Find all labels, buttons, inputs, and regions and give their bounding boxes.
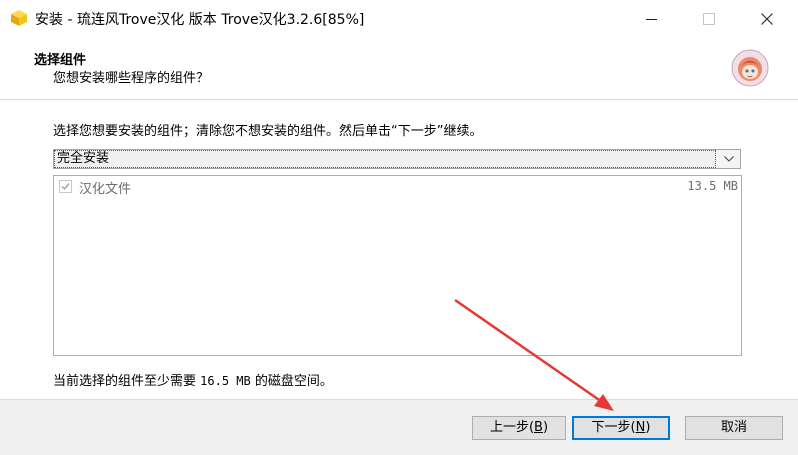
maximize-icon [703,13,715,25]
install-type-select[interactable]: 完全安装 [53,149,741,169]
component-label: 汉化文件 [79,182,132,197]
back-label-end: ) [542,420,549,435]
instruction-text: 选择您想要安装的组件；清除您不想安装的组件。然后单击“下一步”继续。 [53,124,483,139]
install-type-value: 完全安装 [54,150,716,168]
list-item[interactable]: 汉化文件 13.5 MB [55,177,740,197]
minimize-icon [645,18,657,20]
space-prefix: 当前选择的组件至少需要 [53,374,197,389]
chevron-down-icon[interactable] [718,150,740,168]
wizard-footer: 上一步(B) 下一步(N) 取消 [0,399,798,455]
checkmark-icon [61,183,70,191]
close-icon [761,13,773,25]
space-suffix: 的磁盘空间。 [254,374,333,389]
wizard-header: 选择组件 您想安装哪些程序的组件？ [0,38,798,100]
space-value: 16.5 MB [200,374,251,388]
minimize-button[interactable] [628,0,674,38]
component-checkbox[interactable] [59,180,72,193]
window-title: 安装 - 琉连风Trove汉化 版本 Trove汉化3.2.6[85%] [35,12,365,28]
component-list: 汉化文件 13.5 MB [53,175,742,356]
wizard-avatar-icon [731,49,769,87]
wizard-body: 选择您想要安装的组件；清除您不想安装的组件。然后单击“下一步”继续。 完全安装 … [0,100,798,399]
next-button[interactable]: 下一步(N) [572,416,670,440]
close-button[interactable] [744,0,790,38]
back-mnemonic: B [534,420,543,435]
next-label-end: ) [645,420,651,435]
next-label: 下一步( [591,420,636,435]
page-title: 选择组件 [34,53,87,68]
next-mnemonic: N [635,420,646,435]
page-subtitle: 您想安装哪些程序的组件？ [53,71,210,86]
title-bar: 安装 - 琉连风Trove汉化 版本 Trove汉化3.2.6[85%] [0,0,798,38]
cancel-button[interactable]: 取消 [685,416,783,440]
back-button[interactable]: 上一步(B) [472,416,566,440]
back-label: 上一步( [489,420,535,435]
maximize-button[interactable] [686,0,732,38]
disk-space-text: 当前选择的组件至少需要 16.5 MB 的磁盘空间。 [53,370,333,389]
package-icon [11,10,27,26]
component-size: 13.5 MB [687,179,738,193]
